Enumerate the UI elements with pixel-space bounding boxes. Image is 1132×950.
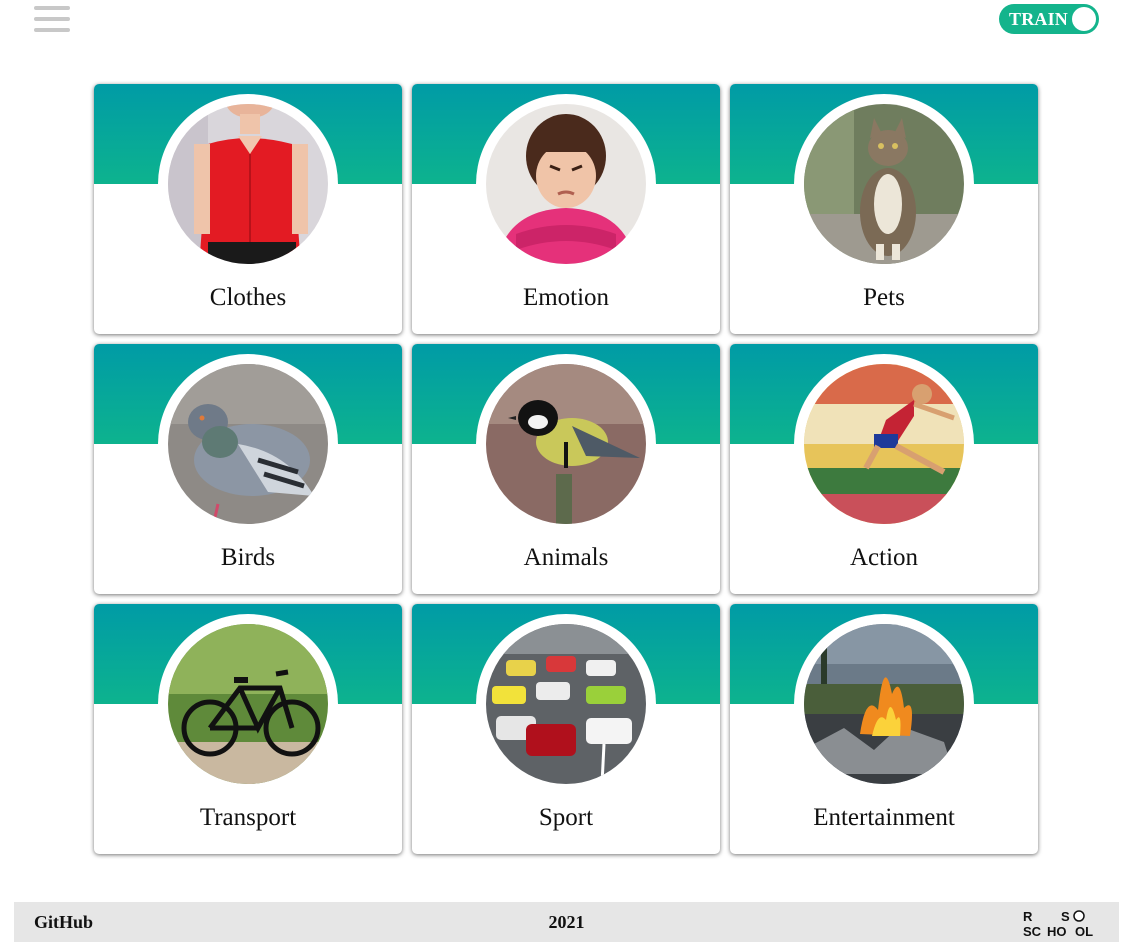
angry-girl-image: [486, 104, 646, 264]
woman-red-blouse-image: [168, 104, 328, 264]
toggle-knob[interactable]: [1072, 7, 1096, 31]
logo-letter: R: [1023, 909, 1033, 924]
pigeon-image: [168, 364, 328, 524]
long-jump-athlete-image: [804, 364, 964, 524]
category-card-birds[interactable]: Birds: [94, 344, 402, 594]
category-title: Transport: [199, 804, 297, 831]
bicycle-image: [168, 624, 328, 784]
train-play-toggle[interactable]: TRAIN: [999, 4, 1099, 34]
category-card-clothes[interactable]: Clothes: [94, 84, 402, 334]
cat-image: [804, 104, 964, 264]
category-title: Emotion: [522, 284, 610, 311]
logo-letter: SC: [1023, 924, 1042, 938]
category-title: Clothes: [209, 284, 287, 311]
footer: GitHub 2021 R S SC HO OL: [14, 902, 1119, 942]
logo-letter: S: [1061, 909, 1070, 924]
category-title: Animals: [523, 544, 609, 571]
category-title: Sport: [538, 804, 594, 831]
hamburger-line: [34, 28, 70, 32]
hamburger-menu-button[interactable]: [34, 6, 70, 34]
category-title: Action: [849, 544, 919, 571]
titmouse-bird-image: [486, 364, 646, 524]
race-cars-image: [486, 624, 646, 784]
category-card-action[interactable]: Action: [730, 344, 1038, 594]
hamburger-line: [34, 6, 70, 10]
category-card-transport[interactable]: Transport: [94, 604, 402, 854]
rs-school-logo-link[interactable]: R S SC HO OL: [1021, 908, 1101, 939]
category-card-pets[interactable]: Pets: [730, 84, 1038, 334]
hamburger-line: [34, 17, 70, 21]
logo-letter: HO: [1047, 924, 1067, 938]
category-card-entertainment[interactable]: Entertainment: [730, 604, 1038, 854]
category-card-emotion[interactable]: Emotion: [412, 84, 720, 334]
footer-year: 2021: [548, 912, 585, 932]
category-title: Entertainment: [813, 804, 955, 831]
category-title: Birds: [220, 544, 276, 571]
category-title: Pets: [863, 284, 905, 311]
campfire-image: [804, 624, 964, 784]
category-card-sport[interactable]: Sport: [412, 604, 720, 854]
toggle-label: TRAIN: [1009, 9, 1069, 29]
category-grid: Clothes Emotion Pets Birds Animals Actio…: [94, 84, 1039, 854]
logo-letter: OL: [1075, 924, 1093, 938]
category-card-animals[interactable]: Animals: [412, 344, 720, 594]
